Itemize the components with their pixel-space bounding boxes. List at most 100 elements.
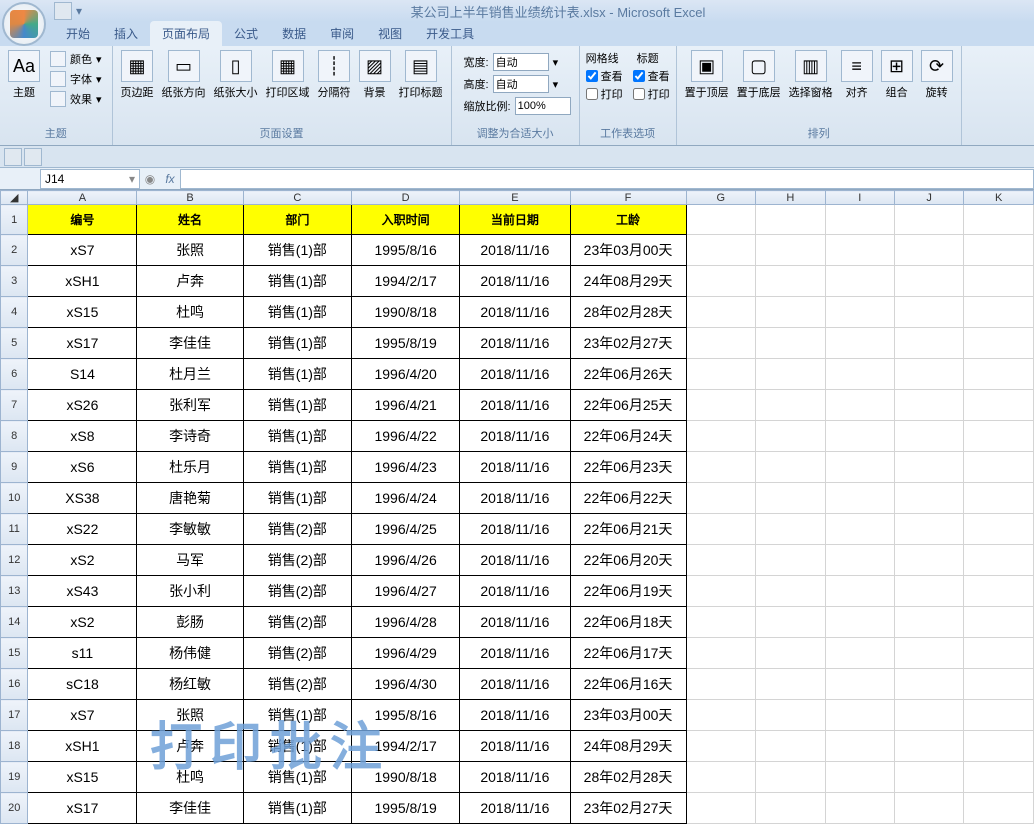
cell[interactable]: 2018/11/16: [460, 514, 570, 545]
cell[interactable]: 1995/8/19: [352, 328, 460, 359]
cell[interactable]: 张利军: [137, 390, 243, 421]
cell[interactable]: [686, 266, 756, 297]
cell[interactable]: 杨红敏: [137, 669, 243, 700]
cell[interactable]: [825, 793, 894, 824]
cell[interactable]: 2018/11/16: [460, 731, 570, 762]
cell[interactable]: [756, 390, 826, 421]
cell[interactable]: [825, 700, 894, 731]
row-header[interactable]: 18: [1, 731, 28, 762]
cell[interactable]: [825, 576, 894, 607]
cell[interactable]: xS15: [28, 297, 137, 328]
cell[interactable]: [756, 576, 826, 607]
col-header[interactable]: G: [686, 191, 756, 205]
cell[interactable]: [756, 421, 826, 452]
col-header[interactable]: H: [756, 191, 826, 205]
row-header[interactable]: 10: [1, 483, 28, 514]
cell[interactable]: 1996/4/28: [352, 607, 460, 638]
cell[interactable]: [825, 359, 894, 390]
cell[interactable]: [686, 638, 756, 669]
cell[interactable]: [964, 576, 1034, 607]
cell[interactable]: 李诗奇: [137, 421, 243, 452]
cell[interactable]: xS6: [28, 452, 137, 483]
cell[interactable]: 23年03月00天: [570, 700, 686, 731]
cell[interactable]: 销售(1)部: [243, 762, 351, 793]
cell[interactable]: xS7: [28, 235, 137, 266]
cell[interactable]: 李佳佳: [137, 793, 243, 824]
cell[interactable]: xSH1: [28, 731, 137, 762]
name-box[interactable]: J14 ▾: [40, 169, 140, 189]
cell[interactable]: 销售(2)部: [243, 638, 351, 669]
cell[interactable]: 2018/11/16: [460, 638, 570, 669]
cell[interactable]: [686, 483, 756, 514]
cell[interactable]: [825, 514, 894, 545]
cell[interactable]: [894, 638, 963, 669]
cell[interactable]: 马军: [137, 545, 243, 576]
cell[interactable]: 2018/11/16: [460, 421, 570, 452]
col-header[interactable]: D: [352, 191, 460, 205]
cell[interactable]: xS22: [28, 514, 137, 545]
cell[interactable]: xS7: [28, 700, 137, 731]
cell[interactable]: [686, 452, 756, 483]
cell[interactable]: [964, 328, 1034, 359]
size-button[interactable]: ▯纸张大小: [210, 48, 262, 102]
row-header[interactable]: 8: [1, 421, 28, 452]
cell[interactable]: 唐艳菊: [137, 483, 243, 514]
row-header[interactable]: 19: [1, 762, 28, 793]
cell[interactable]: 2018/11/16: [460, 700, 570, 731]
cell[interactable]: 22年06月25天: [570, 390, 686, 421]
cell[interactable]: [825, 390, 894, 421]
cell[interactable]: 2018/11/16: [460, 669, 570, 700]
cell[interactable]: [964, 452, 1034, 483]
cell[interactable]: xS26: [28, 390, 137, 421]
col-header[interactable]: B: [137, 191, 243, 205]
themes-button[interactable]: Aa主题: [4, 48, 44, 102]
col-header[interactable]: K: [964, 191, 1034, 205]
cell[interactable]: 22年06月18天: [570, 607, 686, 638]
fx-dropdown-icon[interactable]: ◉: [140, 172, 160, 186]
cell[interactable]: 销售(1)部: [243, 452, 351, 483]
cell[interactable]: [825, 731, 894, 762]
cell[interactable]: [756, 266, 826, 297]
cell[interactable]: [825, 762, 894, 793]
col-header[interactable]: I: [825, 191, 894, 205]
cell[interactable]: [756, 545, 826, 576]
cell[interactable]: 销售(1)部: [243, 235, 351, 266]
cell[interactable]: xS17: [28, 793, 137, 824]
row-header[interactable]: 7: [1, 390, 28, 421]
cell[interactable]: [825, 266, 894, 297]
cell[interactable]: sC18: [28, 669, 137, 700]
cell[interactable]: [964, 205, 1034, 235]
breaks-button[interactable]: ┊分隔符: [314, 48, 355, 102]
table-header-cell[interactable]: 当前日期: [460, 205, 570, 235]
cell[interactable]: [686, 576, 756, 607]
row-header[interactable]: 3: [1, 266, 28, 297]
table-header-cell[interactable]: 部门: [243, 205, 351, 235]
cell[interactable]: 杜乐月: [137, 452, 243, 483]
cell[interactable]: 1996/4/21: [352, 390, 460, 421]
headings-view-check[interactable]: 查看: [633, 68, 670, 84]
cell[interactable]: 22年06月24天: [570, 421, 686, 452]
rotate-button[interactable]: ⟳旋转: [917, 48, 957, 102]
cell[interactable]: [964, 669, 1034, 700]
cell[interactable]: 2018/11/16: [460, 359, 570, 390]
row-header[interactable]: 4: [1, 297, 28, 328]
margins-button[interactable]: ▦页边距: [117, 48, 158, 102]
headings-print-check[interactable]: 打印: [633, 86, 670, 102]
cell[interactable]: 2018/11/16: [460, 452, 570, 483]
cell[interactable]: 2018/11/16: [460, 793, 570, 824]
cell[interactable]: [756, 235, 826, 266]
cell[interactable]: 李佳佳: [137, 328, 243, 359]
cell[interactable]: 1996/4/23: [352, 452, 460, 483]
cell[interactable]: 2018/11/16: [460, 235, 570, 266]
cell[interactable]: [894, 514, 963, 545]
cell[interactable]: 1996/4/26: [352, 545, 460, 576]
cell[interactable]: 卢奔: [137, 266, 243, 297]
cell[interactable]: [894, 793, 963, 824]
tool-icon[interactable]: [4, 148, 22, 166]
selection-pane-button[interactable]: ▥选择窗格: [785, 48, 837, 102]
row-header[interactable]: 15: [1, 638, 28, 669]
cell[interactable]: [964, 359, 1034, 390]
cell[interactable]: 22年06月22天: [570, 483, 686, 514]
cell[interactable]: [686, 421, 756, 452]
cell[interactable]: 24年08月29天: [570, 731, 686, 762]
